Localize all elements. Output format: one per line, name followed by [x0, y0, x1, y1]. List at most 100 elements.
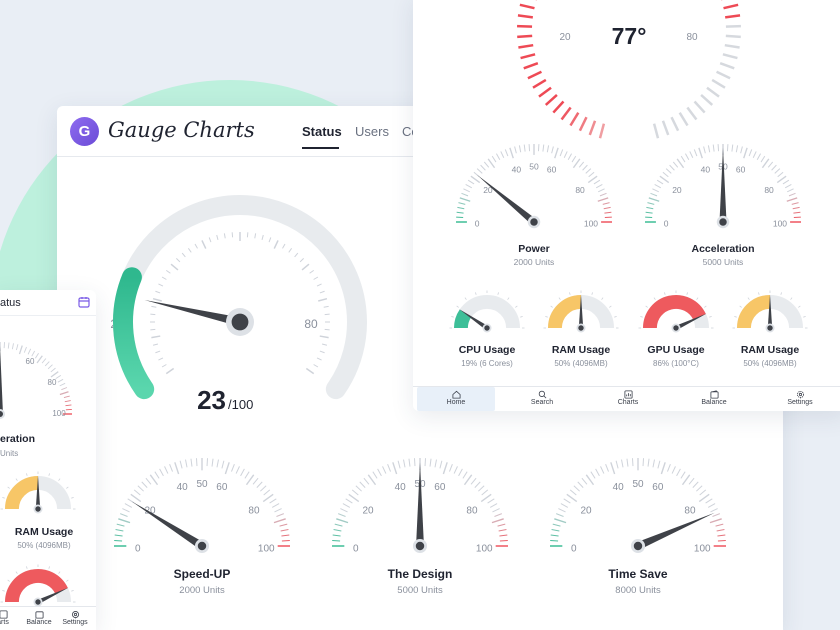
main-gauge-1-tick [439, 460, 443, 469]
right-gauge-1-tick [735, 145, 739, 153]
gauge-subtitle-acceleration: 5000 Units [703, 257, 744, 267]
big-gauge-tick [282, 243, 286, 249]
main-gauge-1-tick [480, 493, 492, 503]
main-gauge-1-tick [429, 458, 432, 467]
right-gauge-1-tick [672, 161, 679, 168]
main-gauge-1-tick [397, 460, 401, 469]
right-top-tick-right [722, 53, 738, 60]
right-gauge-0-tick [542, 144, 545, 152]
main-gauge-0-tick-label: 40 [177, 482, 189, 493]
right-top-tick-right [706, 86, 720, 98]
right-gauge-0-tick [567, 153, 573, 161]
big-gauge-tick [294, 252, 299, 258]
main-gauge-0-tick [245, 474, 255, 486]
nav-home[interactable]: Home [417, 387, 495, 411]
big-gauge-tick [301, 263, 310, 271]
main-gauge-1-tick [333, 529, 342, 532]
nav-balance[interactable]: Balance [675, 387, 753, 411]
main-gauge-2-tick [676, 468, 681, 477]
charts-icon [623, 390, 633, 399]
small-gauge-2-tick [653, 297, 656, 300]
left-gauges-svg: 60 80 100 eration Units RAM Usage 50% (4… [0, 342, 76, 607]
left-gauge-tick [41, 358, 47, 364]
right-gauge-0-tick [598, 188, 605, 193]
main-gauge-2-tick [573, 485, 580, 492]
nav-balance-label: Balance [701, 399, 727, 406]
right-gauge-1-needle-hub [719, 218, 727, 226]
main-gauge-1-tick [348, 493, 360, 503]
small-gauge-0 [449, 290, 525, 333]
right-gauge-0-tick [483, 161, 490, 168]
big-gauge-tick [319, 290, 325, 294]
nav-charts[interactable]: Charts [589, 387, 667, 411]
right-gauge-1-tick [787, 188, 794, 193]
main-gauge-2-tick [667, 463, 671, 472]
left-nav-balance[interactable]: Balance [24, 607, 54, 630]
small-gauge-3-tick [734, 316, 737, 318]
small-gauge-1-tick [558, 297, 561, 300]
left-gauge-title-partial: eration [0, 433, 35, 445]
main-gauge-2-tick [595, 468, 600, 477]
main-gauge-0-tick [159, 468, 164, 477]
search-icon [538, 390, 546, 399]
main-gauge-0-tick [256, 481, 263, 488]
right-gauge-1-tick [647, 202, 655, 205]
left-nav-charts[interactable]: arts [0, 607, 12, 630]
right-gauge-0-tick [456, 211, 464, 214]
left-ram-title: RAM Usage [15, 526, 74, 538]
gauge-title-ram: RAM Usage [552, 344, 611, 356]
right-gauge-1-tick [645, 211, 653, 214]
main-gauge-1-needle [416, 462, 424, 546]
main-gauge-0-needle [131, 501, 205, 550]
main-gauge-1-tick [345, 498, 353, 504]
right-gauge-0-tick [599, 192, 607, 197]
right-gauge-0-tick [546, 145, 550, 153]
main-gauge-2-tick [566, 493, 578, 503]
right-bottom-nav: Home Search Charts Balance Settings [413, 386, 840, 411]
wallet-icon [34, 611, 44, 619]
left-gauge-tick [36, 355, 43, 364]
main-gauge-0: 02040 50 6080100 [114, 458, 290, 554]
right-top-tick-left [544, 93, 558, 106]
right-top-tick-left [517, 14, 533, 19]
main-gauge-0-tick [179, 460, 183, 469]
gauge-subtitle-power: 2000 Units [514, 257, 555, 267]
left-nav-settings[interactable]: Settings [60, 607, 90, 630]
right-top-tick-left [532, 78, 547, 89]
main-gauge-1-tick [494, 513, 503, 517]
nav-settings[interactable]: Settings [761, 387, 839, 411]
big-gauge-tick [155, 290, 161, 294]
main-gauge-2-tick-label: 20 [580, 506, 592, 517]
right-gauge-1-tick [650, 192, 658, 197]
big-gauge-tick [268, 237, 272, 243]
left-gauge-tick [59, 382, 66, 387]
main-gauge-1-tick [334, 523, 343, 527]
small-gauge-3-needle-hub [767, 325, 773, 331]
main-gauge-1-tick [359, 481, 366, 488]
small-gauge-1-tick [609, 305, 612, 308]
small-gauge-1-tick [569, 292, 571, 295]
big-gauge-tick [305, 367, 315, 375]
right-gauge-0-tick [578, 161, 585, 168]
small-gauge-0-tick [464, 297, 467, 300]
left-tick-80: 80 [48, 378, 57, 387]
right-gauge-1-tick [777, 171, 784, 178]
left-ram-gauge [0, 471, 76, 514]
main-gauge-0-tick [271, 503, 280, 508]
big-gauge-tick [152, 297, 162, 302]
small-gauge-0-tick [456, 305, 459, 308]
gauge-title-power: Power [518, 243, 550, 255]
gear-icon [796, 391, 804, 398]
left-ram-gauge-tick [2, 497, 5, 499]
nav-search[interactable]: Search [503, 387, 581, 411]
left-tick-60: 60 [26, 357, 35, 366]
right-top-tick-right [700, 93, 714, 106]
charts-icon [0, 610, 8, 619]
left-gpu-gauge-tick [58, 571, 61, 574]
gauge-subtitle-speed-up: 2000 Units [179, 585, 225, 596]
left-gauge-needle [0, 346, 3, 414]
main-gauge-1-tick-label: 0 [353, 543, 359, 554]
right-gauge-1-tick [693, 149, 698, 157]
right-gauge-1-tick [712, 144, 715, 152]
gauge-title-acceleration: Acceleration [691, 243, 754, 255]
